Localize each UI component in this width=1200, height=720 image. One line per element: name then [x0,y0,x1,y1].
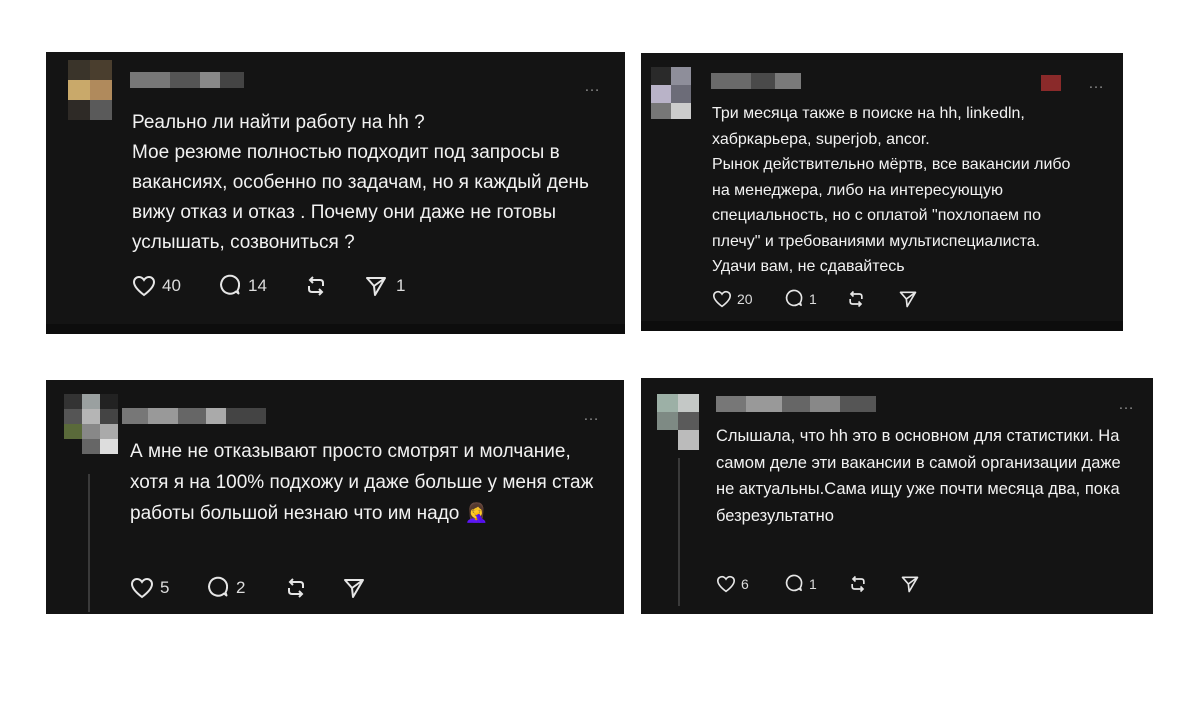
like-count: 20 [737,291,753,307]
like-button[interactable]: 6 [716,575,784,593]
post-text: Реально ли найти работу на hh ? Мое резю… [132,112,589,253]
share-button[interactable] [900,574,920,594]
share-button[interactable]: 1 [364,274,405,298]
repost-button[interactable] [848,574,900,594]
post-card-3: … А мне не отказывают просто смотрят и м… [46,380,624,614]
action-bar: 5 2 [130,576,366,600]
post-card-1: … Реально ли найти работу на hh ? Мое ре… [46,52,625,334]
more-options-icon[interactable]: … [1118,397,1135,413]
post-card-4: … Слышала, что hh это в основном для ста… [641,378,1153,614]
username-blurred[interactable] [716,396,876,412]
heart-icon [132,275,156,297]
like-button[interactable]: 40 [132,275,218,297]
thread-line [678,458,680,606]
badge-blurred [1041,75,1061,91]
action-bar: 20 1 [712,289,918,309]
reply-count: 1 [809,291,817,307]
post-text: Слышала, что hh это в основном для стати… [716,427,1121,525]
comment-icon [785,574,803,592]
send-icon [901,576,919,593]
repost-icon [308,276,324,296]
username-blurred[interactable] [130,72,244,88]
share-button[interactable] [898,289,918,309]
like-count: 40 [162,276,181,295]
heart-icon [716,575,736,593]
avatar[interactable] [657,394,699,450]
post-text: Три месяца также в поиске на hh, linkedl… [712,105,1071,275]
share-count: 1 [396,276,406,295]
comment-icon [785,289,803,307]
avatar[interactable] [64,394,118,454]
thread-line [88,474,90,612]
heart-icon [130,577,154,599]
like-button[interactable]: 5 [130,577,206,599]
comment-icon [220,274,241,295]
avatar[interactable] [651,67,691,119]
reply-button[interactable]: 2 [206,576,284,600]
more-options-icon[interactable]: … [583,408,600,424]
repost-button[interactable] [284,576,342,600]
username-blurred[interactable] [711,73,801,89]
action-bar: 40 14 1 [132,274,405,298]
like-count: 5 [160,578,170,597]
reply-button[interactable]: 1 [784,574,848,594]
repost-icon [288,578,304,598]
repost-icon [851,575,865,593]
post-text: А мне не отказывают просто смотрят и мол… [130,441,594,524]
reply-count: 1 [809,576,817,592]
comment-icon [208,576,229,597]
divider [46,324,625,334]
repost-button[interactable] [304,274,364,298]
send-icon [344,579,364,598]
repost-button[interactable] [846,289,898,309]
share-button[interactable] [342,576,366,600]
repost-icon [849,290,863,308]
divider [641,321,1123,331]
avatar[interactable] [68,60,112,122]
reply-count: 14 [248,276,267,295]
send-icon [899,291,917,308]
like-count: 6 [741,576,749,592]
username-blurred[interactable] [122,408,266,424]
post-card-2: … Три месяца также в поиске на hh, linke… [641,53,1123,331]
reply-button[interactable]: 14 [218,274,304,298]
action-bar: 6 1 [716,574,920,594]
reply-count: 2 [236,578,246,597]
more-options-icon[interactable]: … [584,79,601,95]
send-icon [366,277,386,296]
reply-button[interactable]: 1 [784,289,846,309]
heart-icon [712,290,732,308]
like-button[interactable]: 20 [712,290,784,308]
more-options-icon[interactable]: … [1088,76,1105,92]
